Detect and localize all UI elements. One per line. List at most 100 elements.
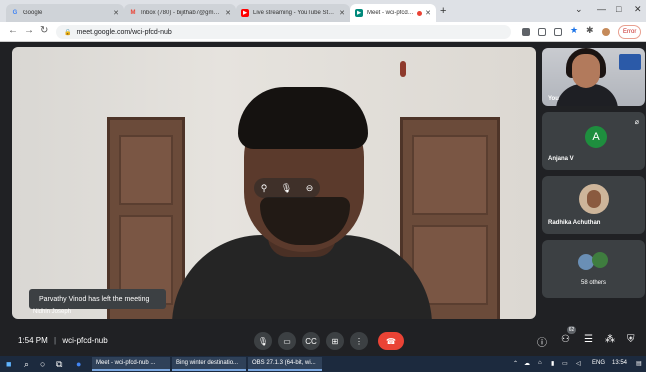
recording-dot-icon [417, 10, 423, 16]
error-button[interactable]: Error [618, 25, 642, 39]
tab-title: Google [23, 10, 43, 16]
camera-icon[interactable] [522, 28, 530, 36]
notification-toast: Parvathy Vinod has left the meeting [29, 289, 166, 309]
minimize-icon[interactable]: — [597, 4, 606, 14]
people-icon[interactable]: ⚇ [561, 334, 570, 345]
windows-start-icon[interactable]: ■ [6, 359, 11, 369]
cortana-icon[interactable]: ○ [40, 359, 45, 369]
main-video-tile[interactable]: ⚲ 🎙 ⊖ Parvathy Vinod has left the meetin… [12, 47, 536, 319]
mic-icon[interactable]: 🎙 [281, 183, 292, 194]
activities-icon[interactable]: ⁂ [605, 334, 615, 345]
tab-title: Meet - wci-pfcd-nub [367, 10, 414, 16]
divider: | [54, 336, 57, 345]
volume-icon[interactable]: ◁ [576, 360, 581, 367]
microphone-tray-icon[interactable]: ▮ [551, 360, 554, 367]
battery-icon[interactable]: ▭ [562, 360, 568, 367]
tab-gmail[interactable]: M Inbox (780) - bijithab7@gmail.com ✕ [124, 4, 236, 22]
avatar [592, 252, 608, 268]
windows-taskbar: ■ ⌕ ○ ⧉ ● Meet - wci-pfcd-nub ... Bing w… [0, 356, 646, 372]
tab-search-icon[interactable]: ⌄ [575, 4, 583, 15]
chrome-icon[interactable]: ● [76, 359, 81, 369]
meeting-info: 1:54 PM | wci-pfcd-nub [18, 336, 108, 345]
network-icon[interactable]: ⌂ [538, 360, 542, 366]
google-icon: G [12, 10, 18, 16]
toast-text: Parvathy Vinod has left the meeting [39, 295, 150, 303]
pin-icon[interactable]: ⚲ [261, 183, 268, 194]
meeting-code: wci-pfcd-nub [62, 336, 108, 345]
avatar [579, 184, 609, 214]
open-in-window-icon[interactable] [538, 28, 546, 36]
address-bar-row: ← → ↻ 🔒 meet.google.com/wci-pfcd-nub ★ ✱… [0, 22, 646, 42]
captions-icon: CC [305, 336, 317, 346]
close-icon[interactable]: ✕ [425, 9, 431, 17]
taskbar-app-meet[interactable]: Meet - wci-pfcd-nub ... [92, 357, 170, 371]
extensions-icon[interactable]: ✱ [586, 25, 594, 36]
leave-call-button[interactable]: ☎ [378, 332, 404, 350]
taskbar-app-label: Meet - wci-pfcd-nub ... [96, 360, 156, 366]
tray-expand-icon[interactable]: ⌃ [513, 360, 518, 367]
captions-button[interactable]: CC [302, 332, 320, 350]
url-field[interactable]: 🔒 meet.google.com/wci-pfcd-nub [56, 25, 511, 39]
participant-tile-radhika[interactable]: Radhika Achuthan [542, 176, 645, 234]
taskbar-app-bing[interactable]: Bing winter destinatio... [172, 357, 246, 371]
youtube-icon: ▶ [241, 9, 249, 17]
phone-hangup-icon: ☎ [386, 336, 396, 346]
participant-tile-anjana[interactable]: A ⌀ Anjana V [542, 112, 645, 170]
profile-avatar-icon[interactable] [602, 28, 610, 36]
meeting-control-bar: 1:54 PM | wci-pfcd-nub 🎙 ▭ CC ⊞ ⋮ ☎ ⓘ 62… [0, 326, 646, 356]
search-icon[interactable]: ⌕ [24, 359, 29, 370]
notifications-icon[interactable]: ▤ [636, 360, 642, 367]
bookmark-star-icon[interactable]: ★ [570, 25, 578, 36]
reload-icon[interactable]: ↻ [40, 25, 48, 36]
mic-icon: 🎙 [257, 336, 269, 346]
lock-icon: 🔒 [64, 29, 72, 36]
participant-hair [238, 87, 368, 149]
back-icon[interactable]: ← [8, 25, 18, 36]
host-controls-icon[interactable]: ⛨ [627, 334, 635, 345]
language-indicator[interactable]: ENG [592, 360, 605, 366]
taskbar-app-label: OBS 27.1.3 (64-bit, wi... [252, 360, 316, 366]
avatar-face [587, 190, 601, 208]
microphone-button[interactable]: 🎙 [254, 332, 272, 350]
people-count-badge: 62 [567, 326, 576, 334]
close-icon[interactable]: ✕ [113, 9, 119, 17]
cloud-icon[interactable]: ☁ [524, 360, 530, 367]
chat-icon[interactable]: ☰ [584, 334, 593, 345]
main-participant-name: Nidhin Joseph [33, 309, 72, 315]
share-icon[interactable] [554, 28, 562, 36]
others-count: 58 others [580, 280, 607, 286]
meet-icon: ▶ [355, 9, 363, 17]
meeting-details-icon[interactable]: ⓘ [537, 334, 547, 349]
close-icon[interactable]: ✕ [225, 9, 231, 17]
present-button[interactable]: ⊞ [326, 332, 344, 350]
tab-title: Live streaming - YouTube Studio [253, 10, 337, 16]
background-screen [619, 54, 641, 70]
meeting-time: 1:54 PM [18, 336, 48, 345]
self-view-tile[interactable]: You [542, 48, 645, 106]
tab-youtube-studio[interactable]: ▶ Live streaming - YouTube Studio ✕ [236, 4, 350, 22]
taskbar-clock[interactable]: 13:54 [612, 360, 627, 366]
others-tile[interactable]: 58 others [542, 240, 645, 298]
mic-off-icon: ⌀ [634, 119, 639, 126]
tab-meet[interactable]: ▶ Meet - wci-pfcd-nub ✕ [350, 4, 436, 22]
taskbar-app-label: Bing winter destinatio... [176, 360, 239, 366]
self-face [572, 54, 600, 88]
tab-title: Inbox (780) - bijithab7@gmail.com [141, 10, 222, 16]
new-tab-icon[interactable]: + [440, 5, 446, 17]
gmail-icon: M [130, 10, 136, 16]
avatar: A [585, 126, 607, 148]
task-view-icon[interactable]: ⧉ [56, 359, 62, 370]
more-options-button[interactable]: ⋮ [350, 332, 368, 350]
maximize-icon[interactable]: □ [616, 4, 621, 14]
remove-icon[interactable]: ⊖ [306, 183, 314, 194]
error-label: Error [623, 29, 637, 35]
close-icon[interactable]: ✕ [339, 9, 345, 17]
tab-google[interactable]: G Google ✕ [6, 4, 124, 22]
forward-icon[interactable]: → [24, 25, 34, 36]
present-icon: ⊞ [331, 336, 339, 346]
door-panel [119, 135, 173, 205]
close-window-icon[interactable]: ✕ [634, 4, 642, 15]
url-text: meet.google.com/wci-pfcd-nub [76, 28, 172, 36]
camera-button[interactable]: ▭ [278, 332, 296, 350]
taskbar-app-obs[interactable]: OBS 27.1.3 (64-bit, wi... [248, 357, 322, 371]
